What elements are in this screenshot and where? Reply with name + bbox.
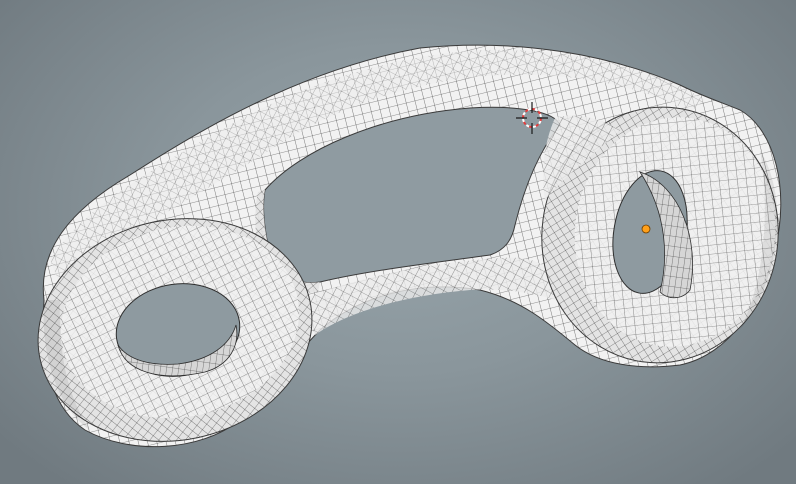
mesh-connecting-link[interactable] [17,44,795,466]
viewport-canvas[interactable] [0,0,796,484]
3d-viewport[interactable] [0,0,796,484]
object-origin-icon [641,224,651,234]
